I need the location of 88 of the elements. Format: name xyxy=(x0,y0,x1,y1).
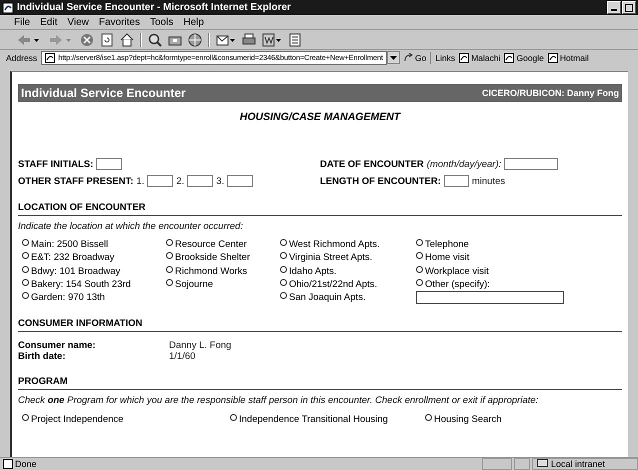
radio-option[interactable]: Virginia Street Apts. xyxy=(280,251,416,265)
dropdown-button[interactable] xyxy=(387,51,400,64)
radio-option[interactable]: Telephone xyxy=(416,238,576,252)
radio-option[interactable]: West Richmond Apts. xyxy=(280,238,416,252)
home-icon[interactable] xyxy=(120,32,134,46)
section-heading: CONSUMER INFORMATION xyxy=(18,318,622,332)
menu-item[interactable]: Tools xyxy=(150,16,174,28)
maximize-button[interactable] xyxy=(622,1,636,14)
field-hint: (month/day/year): xyxy=(426,158,502,170)
input-field[interactable] xyxy=(227,175,254,187)
section-heading: LOCATION OF ENCOUNTER xyxy=(18,202,622,216)
link-button[interactable]: Google xyxy=(504,52,544,62)
field-label: LENGTH OF ENCOUNTER: xyxy=(320,176,441,186)
globe-icon[interactable] xyxy=(188,32,202,46)
radio-option[interactable]: Resource Center xyxy=(166,238,280,252)
input-field[interactable] xyxy=(504,158,558,170)
page-icon xyxy=(504,52,514,62)
minimize-icon xyxy=(611,9,617,11)
other-input-field[interactable] xyxy=(416,291,564,304)
info-label: Consumer name: xyxy=(18,340,97,352)
page-title: Individual Service Encounter xyxy=(21,86,186,100)
stop-icon[interactable] xyxy=(80,32,94,46)
menu-item[interactable]: File xyxy=(14,16,30,28)
links-label: Links xyxy=(435,52,456,62)
section-heading: PROGRAM xyxy=(18,376,622,390)
minimize-button[interactable] xyxy=(607,1,621,14)
page-icon xyxy=(459,52,470,62)
radio-option[interactable]: Workplace visit xyxy=(416,264,576,278)
menu-item[interactable]: View xyxy=(67,16,89,28)
user-label: CICERO/RUBICON: Danny Fong xyxy=(482,88,619,98)
radio-option[interactable]: Independence Transitional Housing xyxy=(230,412,425,426)
radio-option[interactable]: Richmond Works xyxy=(166,264,280,278)
unit-label: minutes xyxy=(472,176,506,186)
radio-option[interactable]: Sojourne xyxy=(166,278,280,292)
radio-option[interactable]: Ohio/21st/22nd Apts. xyxy=(280,278,416,292)
field-number: 3. xyxy=(216,176,224,186)
document-icon[interactable] xyxy=(262,32,282,46)
field-number: 2. xyxy=(176,176,184,186)
menu-item[interactable]: Favorites xyxy=(98,16,140,28)
radio-option[interactable]: Brookside Shelter xyxy=(166,251,280,265)
search-icon[interactable] xyxy=(148,32,162,46)
input-field[interactable] xyxy=(444,175,469,187)
page-icon xyxy=(3,459,13,469)
instruction-text: Indicate the location at which the encounter occurred: xyxy=(18,221,244,232)
info-label: Birth date: xyxy=(18,351,66,362)
field-number: 1. xyxy=(136,176,144,186)
link-button[interactable]: Malachi xyxy=(459,52,500,62)
page-icon xyxy=(548,52,558,62)
form-subtitle: HOUSING/CASE MANAGEMENT xyxy=(238,111,402,123)
window-title: Individual Service Encounter - Microsoft Internet Explorer xyxy=(17,2,292,13)
input-field[interactable] xyxy=(147,175,174,187)
go-button[interactable]: Go xyxy=(404,52,426,62)
refresh-icon[interactable] xyxy=(100,32,114,46)
radio-option[interactable]: Main: 2500 Bissell xyxy=(22,238,166,252)
address-label: Address xyxy=(6,52,38,62)
printer-icon[interactable] xyxy=(242,32,256,46)
menu-item[interactable]: Edit xyxy=(40,16,58,28)
caret-icon xyxy=(390,56,397,60)
link-button[interactable]: Hotmail xyxy=(548,52,589,62)
radio-option[interactable]: Home visit xyxy=(416,251,576,265)
menu-item[interactable]: Help xyxy=(183,16,204,28)
info-value: 1/1/60 xyxy=(169,351,196,362)
page-icon xyxy=(45,52,56,62)
radio-option[interactable]: Housing Search xyxy=(425,412,502,426)
radio-option[interactable]: San Joaquin Apts. xyxy=(280,291,416,304)
field-label: OTHER STAFF PRESENT: xyxy=(18,176,134,186)
status-text: Done xyxy=(0,459,480,469)
radio-option[interactable]: Other (specify): xyxy=(416,278,576,292)
zone-indicator: Local intranet xyxy=(532,458,638,470)
mail-icon[interactable] xyxy=(216,32,236,46)
field-label: STAFF INITIALS: xyxy=(18,158,94,170)
maximize-icon xyxy=(625,4,633,12)
input-field[interactable] xyxy=(96,158,122,170)
radio-option[interactable]: Bakery: 154 South 23rd xyxy=(22,278,166,292)
page-icon xyxy=(2,2,14,14)
input-field[interactable] xyxy=(187,175,214,187)
radio-option[interactable]: Garden: 970 13th xyxy=(22,291,166,304)
radio-option[interactable]: Project Independence xyxy=(22,412,230,426)
radio-option[interactable]: E&T: 232 Broadway xyxy=(22,251,166,265)
notes-icon[interactable] xyxy=(288,32,302,46)
computer-icon xyxy=(537,459,548,469)
field-label: DATE OF ENCOUNTER xyxy=(320,158,424,170)
radio-option[interactable]: Idaho Apts. xyxy=(280,264,416,278)
arrow-icon xyxy=(404,53,413,62)
info-value: Danny L. Fong xyxy=(169,340,232,352)
back-icon[interactable] xyxy=(16,32,42,46)
radio-option[interactable]: Bdwy: 101 Broadway xyxy=(22,264,166,278)
instruction-text: Check one Program for which you are the responsible staff person in this encounter. Check enrollment or exit if appropriate: xyxy=(18,395,540,406)
